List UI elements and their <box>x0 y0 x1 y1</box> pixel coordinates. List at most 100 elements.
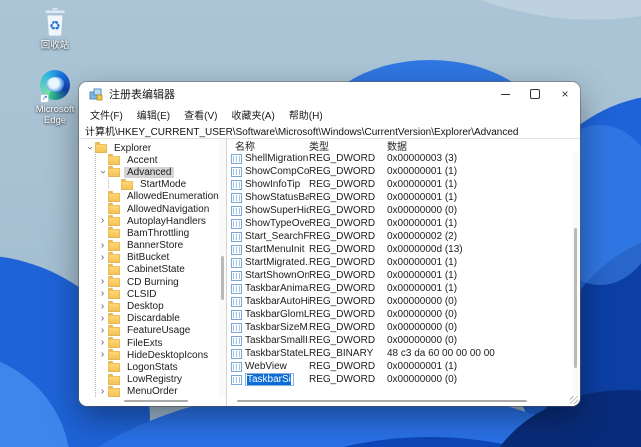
tree-item-label: AllowedNavigation <box>124 204 212 215</box>
registry-row[interactable]: StartMenuInit REG_DWORD 0x0000000d (13) <box>227 243 580 256</box>
tree-expander-icon[interactable] <box>97 253 108 263</box>
registry-row[interactable]: TaskbarSmallI... REG_DWORD 0x00000000 (0… <box>227 334 580 347</box>
registry-row[interactable]: StartShownOn... REG_DWORD 0x00000001 (1) <box>227 269 580 282</box>
value-name: StartMenuInit <box>245 244 304 255</box>
column-header-name[interactable]: 名称 <box>227 139 309 153</box>
value-name: TaskbarGlomL... <box>245 309 309 320</box>
tree-item[interactable]: CLSID <box>79 288 226 300</box>
tree-item-label: LowRegistry <box>124 374 185 385</box>
value-type: REG_DWORD <box>309 179 387 190</box>
column-header-type[interactable]: 类型 <box>309 139 387 153</box>
tree-expander-icon[interactable] <box>97 387 108 397</box>
menu-item[interactable]: 编辑(E) <box>130 107 177 122</box>
tree-horizontal-scrollbar-thumb[interactable] <box>124 400 188 402</box>
tree-expander-icon[interactable] <box>97 241 108 251</box>
list-horizontal-scrollbar[interactable] <box>229 398 568 405</box>
registry-row[interactable]: WebView REG_DWORD 0x00000001 (1) <box>227 360 580 373</box>
reg-value-icon <box>231 323 242 333</box>
desktop: ♻ 回收站 Microsoft Edge 注册表编辑器 <box>0 0 641 447</box>
tree-item[interactable]: AutoplayHandlers <box>79 215 226 227</box>
registry-row[interactable]: ShowStatusBar REG_DWORD 0x00000001 (1) <box>227 191 580 204</box>
folder-icon <box>108 254 120 263</box>
title-bar[interactable]: 注册表编辑器 <box>79 82 580 106</box>
value-type: REG_DWORD <box>309 361 387 372</box>
reg-value-icon <box>231 284 242 294</box>
resize-grip[interactable] <box>570 396 578 404</box>
menu-item[interactable]: 帮助(H) <box>282 107 330 122</box>
tree-item-label: CLSID <box>124 289 159 300</box>
registry-row[interactable]: ShellMigration... REG_DWORD 0x00000003 (… <box>227 152 580 165</box>
minimize-button[interactable] <box>490 82 520 106</box>
value-data: 0x00000001 (1) <box>387 166 580 177</box>
column-header-data[interactable]: 数据 <box>387 139 580 153</box>
tree-item[interactable]: AllowedEnumeration <box>79 191 226 203</box>
registry-row[interactable]: TaskbarSizeM... REG_DWORD 0x00000000 (0) <box>227 321 580 334</box>
list-header: 名称 类型 数据 <box>227 139 580 152</box>
registry-row[interactable]: ShowCompCol... REG_DWORD 0x00000001 (1) <box>227 165 580 178</box>
tree-expander-icon[interactable] <box>97 167 108 177</box>
registry-row[interactable]: ShowTypeOver... REG_DWORD 0x00000001 (1) <box>227 217 580 230</box>
tree-expander-icon[interactable] <box>97 302 108 312</box>
folder-icon <box>108 217 120 226</box>
menu-bar: 文件(F) 编辑(E) 查看(V) 收藏夹(A) 帮助(H) <box>79 106 580 123</box>
maximize-button[interactable] <box>520 82 550 106</box>
shortcut-arrow-icon <box>40 94 49 103</box>
registry-row[interactable]: TaskbarGlomL... REG_DWORD 0x00000000 (0) <box>227 308 580 321</box>
registry-row[interactable]: StartMigrated... REG_DWORD 0x00000001 (1… <box>227 256 580 269</box>
tree-expander-icon[interactable] <box>97 277 108 287</box>
registry-row[interactable]: TaskbarStateL... REG_BINARY 48 c3 da 60 … <box>227 347 580 360</box>
tree-expander-icon[interactable] <box>97 326 108 336</box>
value-type: REG_DWORD <box>309 218 387 229</box>
menu-item[interactable]: 文件(F) <box>83 107 130 122</box>
close-button[interactable] <box>550 82 580 106</box>
menu-item[interactable]: 收藏夹(A) <box>224 107 281 122</box>
address-bar[interactable]: 计算机\HKEY_CURRENT_USER\Software\Microsoft… <box>79 123 580 139</box>
tree-item[interactable]: AllowedNavigation <box>79 203 226 215</box>
registry-row[interactable]: Start_SearchFiles REG_DWORD 0x00000002 (… <box>227 230 580 243</box>
tree-item[interactable]: Explorer <box>79 142 226 154</box>
tree-item[interactable]: FeatureUsage <box>79 325 226 337</box>
value-type: REG_DWORD <box>309 296 387 307</box>
tree-item[interactable]: BamThrottling <box>79 227 226 239</box>
registry-row[interactable]: ShowInfoTip REG_DWORD 0x00000001 (1) <box>227 178 580 191</box>
value-data: 0x00000001 (1) <box>387 270 580 281</box>
tree-expander-icon[interactable] <box>84 143 95 153</box>
tree-item[interactable]: LowRegistry <box>79 374 226 386</box>
tree-item[interactable]: LogonStats <box>79 361 226 373</box>
tree-item[interactable]: CD Burning <box>79 276 226 288</box>
tree-item[interactable]: CabinetState <box>79 264 226 276</box>
rename-edit-box[interactable]: TaskbarSi <box>245 373 294 386</box>
registry-row[interactable]: ShowSuperHid... REG_DWORD 0x00000000 (0) <box>227 204 580 217</box>
tree-expander-icon[interactable] <box>97 338 108 348</box>
tree-item[interactable]: StartMode <box>79 179 226 191</box>
edge-shortcut[interactable]: Microsoft Edge <box>27 70 83 126</box>
tree-item[interactable]: BannerStore <box>79 240 226 252</box>
tree-item[interactable]: HideDesktopIcons <box>79 349 226 361</box>
folder-icon <box>108 205 120 214</box>
tree-item[interactable]: Accent <box>79 154 226 166</box>
registry-row[interactable]: TaskbarAnimat... REG_DWORD 0x00000001 (1… <box>227 282 580 295</box>
value-name: ShowSuperHid... <box>245 205 309 216</box>
value-type: REG_DWORD <box>309 192 387 203</box>
list-vertical-scrollbar-thumb[interactable] <box>574 228 577 368</box>
list-vertical-scrollbar[interactable] <box>572 153 579 396</box>
recycle-bin-shortcut[interactable]: ♻ 回收站 <box>27 6 83 51</box>
tree-expander-icon[interactable] <box>97 314 108 324</box>
tree-item[interactable]: FileExts <box>79 337 226 349</box>
regedit-window: 注册表编辑器 文件(F) 编辑(E) 查看(V) 收藏夹(A) 帮助(H) 计算… <box>79 82 580 406</box>
tree-expander-icon[interactable] <box>97 350 108 360</box>
edge-icon <box>40 70 70 102</box>
tree-item[interactable]: BitBucket <box>79 252 226 264</box>
tree-item[interactable]: Desktop <box>79 300 226 312</box>
list-horizontal-scrollbar-thumb[interactable] <box>237 400 527 402</box>
tree-item[interactable]: Advanced <box>79 166 226 178</box>
svg-text:♻: ♻ <box>49 18 61 33</box>
tree-item[interactable]: MenuOrder <box>79 386 226 398</box>
tree-horizontal-scrollbar[interactable] <box>81 398 218 405</box>
menu-item[interactable]: 查看(V) <box>177 107 224 122</box>
tree-item[interactable]: Discardable <box>79 313 226 325</box>
registry-row[interactable]: TaskbarAutoHi... REG_DWORD 0x00000000 (0… <box>227 295 580 308</box>
registry-row[interactable]: TaskbarSi REG_DWORD 0x00000000 (0) <box>227 373 580 386</box>
tree-expander-icon[interactable] <box>97 216 108 226</box>
tree-expander-icon[interactable] <box>97 289 108 299</box>
